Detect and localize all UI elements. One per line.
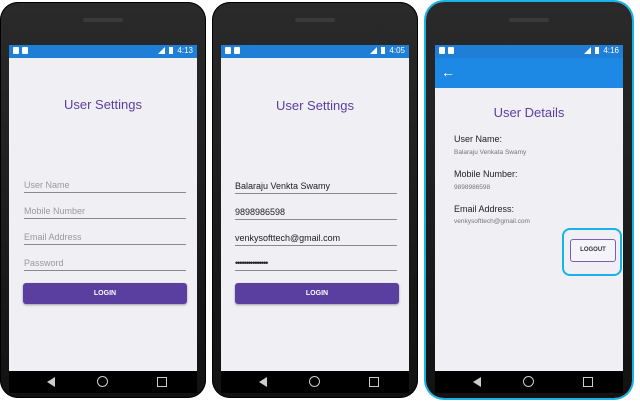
android-icon — [448, 47, 454, 54]
screen: 4:13 User Settings User Name Mobile Numb… — [9, 45, 197, 393]
status-bar: 4:05 — [221, 45, 409, 58]
speaker-grille — [509, 18, 549, 22]
phone-user-details: 4:16 ← User Details User Name: Balaraju … — [426, 2, 632, 398]
nav-back-icon[interactable] — [473, 377, 481, 387]
signal-icon — [584, 47, 592, 54]
signal-icon — [370, 47, 378, 54]
battery-icon — [381, 47, 386, 54]
logout-button[interactable]: LOGOUT — [570, 239, 616, 262]
page-title: User Settings — [275, 98, 355, 113]
page-title: User Details — [493, 105, 565, 120]
password-input[interactable]: ••••••••••••••• — [235, 256, 397, 271]
screen: 4:05 User Settings Balaraju Venkta Swamy… — [221, 45, 409, 393]
logout-highlight: LOGOUT — [562, 228, 622, 276]
battery-icon — [169, 47, 174, 54]
username-label: User Name: — [454, 134, 503, 144]
signal-icon — [158, 47, 166, 54]
app-bar: ← — [435, 58, 623, 88]
password-input[interactable]: Password — [24, 256, 186, 271]
nav-bar — [435, 371, 623, 393]
username-input[interactable]: Balaraju Venkta Swamy — [235, 179, 397, 194]
nav-home-icon[interactable] — [523, 376, 534, 387]
notification-icon — [13, 47, 19, 54]
mobile-number-input[interactable]: 9898986598 — [235, 205, 397, 220]
username-value: Balaraju Venkata Swamy — [454, 149, 527, 156]
email-input[interactable]: Email Address — [24, 230, 186, 245]
status-bar: 4:16 — [435, 45, 623, 58]
nav-back-icon[interactable] — [47, 377, 55, 387]
login-button[interactable]: LOGIN — [235, 283, 399, 304]
nav-home-icon[interactable] — [97, 376, 108, 387]
status-time: 4:13 — [177, 46, 193, 55]
login-button[interactable]: LOGIN — [23, 283, 187, 304]
speaker-grille — [295, 18, 335, 22]
mobile-number-input[interactable]: Mobile Number — [24, 204, 186, 219]
status-bar: 4:13 — [9, 45, 197, 58]
email-value: venkysofttech@gmail.com — [454, 218, 530, 225]
nav-bar — [9, 371, 197, 393]
notification-icon — [439, 47, 445, 54]
nav-recents-icon[interactable] — [583, 377, 593, 387]
screen: 4:16 ← User Details User Name: Balaraju … — [435, 45, 623, 393]
android-icon — [234, 47, 240, 54]
notification-icon — [225, 47, 231, 54]
mobile-number-label: Mobile Number: — [454, 169, 518, 179]
email-label: Email Address: — [454, 204, 515, 214]
nav-recents-icon[interactable] — [157, 377, 167, 387]
android-icon — [22, 47, 28, 54]
battery-icon — [595, 47, 600, 54]
status-time: 4:05 — [389, 46, 405, 55]
nav-recents-icon[interactable] — [369, 377, 379, 387]
email-input[interactable]: venkysofttech@gmail.com — [235, 231, 397, 246]
status-time: 4:16 — [603, 46, 619, 55]
mobile-number-value: 9898986598 — [454, 184, 491, 191]
speaker-grille — [83, 18, 123, 22]
nav-home-icon[interactable] — [309, 376, 320, 387]
page-title: User Settings — [63, 97, 143, 112]
nav-back-icon[interactable] — [259, 377, 267, 387]
nav-bar — [221, 371, 409, 393]
back-arrow-icon[interactable]: ← — [441, 63, 455, 81]
username-input[interactable]: User Name — [24, 178, 186, 193]
phone-login-filled: 4:05 User Settings Balaraju Venkta Swamy… — [212, 2, 418, 398]
phone-login-empty: 4:13 User Settings User Name Mobile Numb… — [0, 2, 206, 398]
